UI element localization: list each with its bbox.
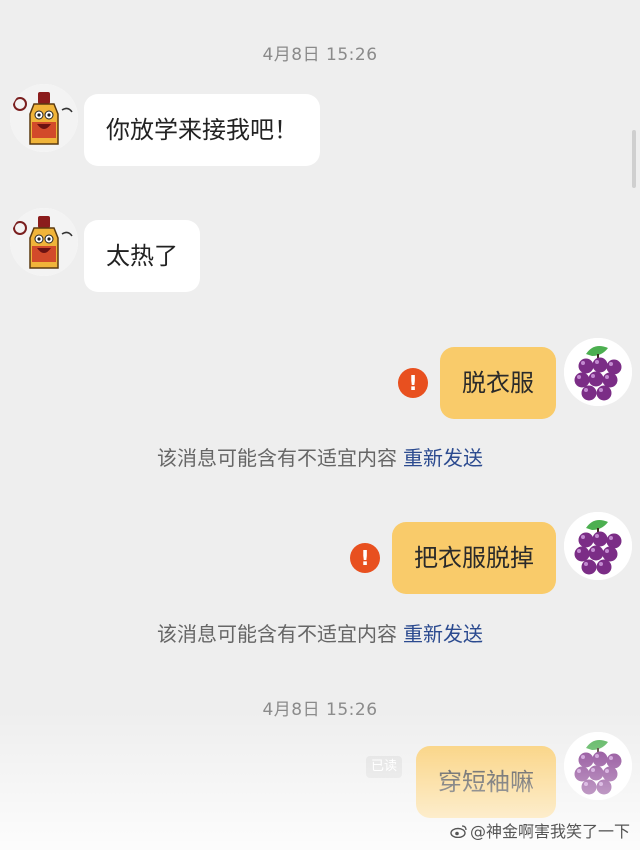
watermark-text: @神金啊害我笑了一下 bbox=[469, 822, 630, 841]
self-avatar[interactable] bbox=[564, 338, 632, 406]
message-bubble-incoming[interactable]: 你放学来接我吧！ bbox=[84, 94, 320, 166]
cartoon-bottle-icon bbox=[10, 84, 78, 152]
scrollbar-thumb[interactable] bbox=[632, 130, 636, 188]
warning-icon[interactable]: ! bbox=[398, 368, 428, 398]
watermark: @神金啊害我笑了一下 bbox=[450, 818, 630, 842]
resend-link[interactable]: 重新发送 bbox=[403, 622, 483, 646]
resend-link[interactable]: 重新发送 bbox=[403, 446, 483, 470]
cartoon-bottle-icon bbox=[10, 208, 78, 276]
contact-avatar[interactable] bbox=[10, 208, 78, 276]
self-avatar[interactable] bbox=[564, 512, 632, 580]
read-receipt-badge: 已读 bbox=[366, 756, 402, 778]
grape-icon bbox=[564, 338, 632, 406]
timestamp: 4月8日 15:26 bbox=[262, 700, 378, 720]
message-bubble-outgoing[interactable]: 脱衣服 bbox=[440, 347, 556, 419]
self-avatar[interactable] bbox=[564, 732, 632, 800]
blocked-notice: 该消息可能含有不适宜内容 重新发送 bbox=[0, 442, 640, 471]
grape-icon bbox=[564, 512, 632, 580]
blocked-notice: 该消息可能含有不适宜内容 重新发送 bbox=[0, 618, 640, 647]
blocked-notice-text: 该消息可能含有不适宜内容 bbox=[157, 622, 397, 646]
contact-avatar[interactable] bbox=[10, 84, 78, 152]
message-bubble-incoming[interactable]: 太热了 bbox=[84, 220, 200, 292]
grape-icon bbox=[564, 732, 632, 800]
blocked-notice-text: 该消息可能含有不适宜内容 bbox=[157, 446, 397, 470]
message-bubble-outgoing[interactable]: 穿短袖嘛 bbox=[416, 746, 556, 818]
weibo-icon bbox=[450, 825, 467, 838]
timestamp: 4月8日 15:26 bbox=[262, 45, 378, 65]
message-bubble-outgoing[interactable]: 把衣服脱掉 bbox=[392, 522, 556, 594]
warning-icon[interactable]: ! bbox=[350, 543, 380, 573]
